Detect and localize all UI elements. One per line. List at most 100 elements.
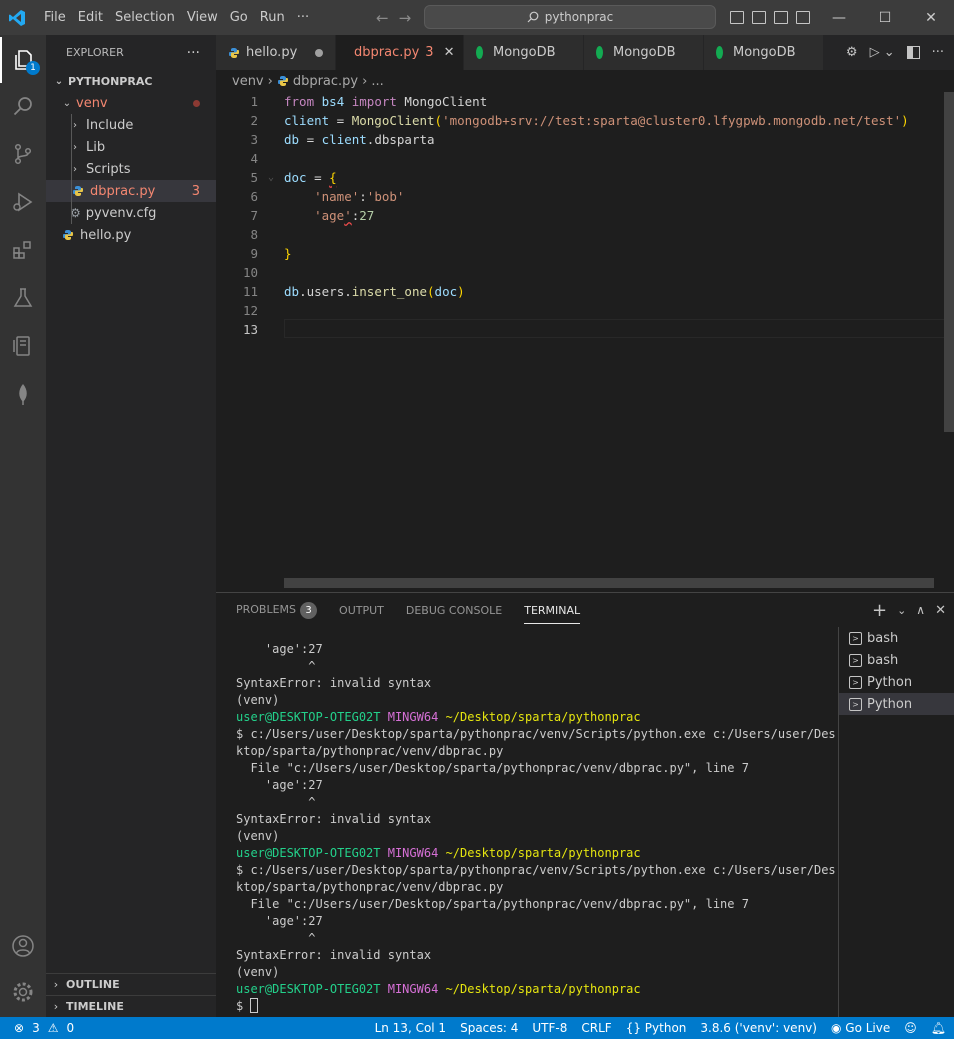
forward-arrow-icon[interactable]: →	[399, 9, 412, 27]
terminal-line: (venv)	[236, 829, 280, 843]
tree-item-lib[interactable]: › Lib	[46, 136, 216, 158]
terminal-output[interactable]: 'age':27 ^ SyntaxError: invalid syntax (…	[236, 641, 836, 1015]
vertical-scrollbar[interactable]	[944, 92, 954, 432]
run-debug-icon[interactable]	[0, 179, 46, 225]
mongodb-leaf-icon[interactable]	[0, 371, 46, 417]
code-line: db.users.insert_one(doc)	[284, 284, 465, 299]
outline-section[interactable]: › OUTLINE	[46, 973, 216, 995]
terminal-line: (venv)	[236, 693, 280, 707]
tree-item-dbprac[interactable]: dbprac.py 3	[46, 180, 216, 202]
problems-status[interactable]: ⊗ 3 ⚠ 0	[0, 1021, 74, 1035]
terminal-item-bash-2[interactable]: > bash	[839, 649, 954, 671]
account-icon[interactable]	[0, 923, 46, 969]
feedback-icon[interactable]: ☺	[904, 1021, 917, 1035]
fold-chevron-icon[interactable]: ⌄	[268, 172, 274, 183]
go-live-button[interactable]: ◉ Go Live	[831, 1021, 890, 1035]
tab-problems[interactable]: PROBLEMS 3	[236, 601, 318, 619]
close-tab-icon[interactable]: ✕	[444, 45, 455, 60]
back-arrow-icon[interactable]: ←	[376, 9, 389, 27]
menu-edit[interactable]: Edit	[72, 0, 109, 35]
tree-item-include[interactable]: › Include	[46, 114, 216, 136]
terminal-line: 'age':27	[236, 642, 323, 656]
split-editor-icon[interactable]	[906, 46, 920, 59]
line-number: 13	[242, 322, 258, 337]
extensions-icon[interactable]	[0, 227, 46, 273]
settings-gear-icon[interactable]	[0, 969, 46, 1015]
breadcrumb-folder[interactable]: venv	[232, 74, 264, 89]
command-center-search[interactable]: pythonprac	[424, 5, 716, 29]
breadcrumb: venv › dbprac.py › ...	[216, 70, 954, 92]
prompt-user: user@DESKTOP-OTEG02T	[236, 982, 381, 996]
close-panel-icon[interactable]: ✕	[935, 603, 946, 618]
menu-file[interactable]: File	[38, 0, 72, 35]
more-actions-icon[interactable]: ···	[932, 45, 944, 60]
workspace-root[interactable]: ⌄ PYTHONPRAC	[46, 70, 216, 92]
menu-view[interactable]: View	[181, 0, 224, 35]
terminal-line: (venv)	[236, 965, 280, 979]
tree-item-scripts[interactable]: › Scripts	[46, 158, 216, 180]
mongodb-leaf-icon	[716, 46, 723, 59]
minimize-icon[interactable]: —	[816, 0, 862, 35]
tab-dbprac-py[interactable]: dbprac.py 3 ✕	[336, 35, 464, 70]
tab-mongodb-2[interactable]: MongoDB	[584, 35, 704, 70]
encoding[interactable]: UTF-8	[532, 1021, 567, 1035]
maximize-panel-icon[interactable]: ∧	[916, 603, 925, 617]
explorer-icon[interactable]: 1	[0, 37, 46, 83]
breadcrumb-file[interactable]: dbprac.py	[293, 74, 358, 89]
chevron-down-icon[interactable]: ⌄	[897, 604, 906, 617]
tab-output[interactable]: OUTPUT	[339, 604, 384, 617]
menu-go[interactable]: Go	[224, 0, 254, 35]
tab-terminal[interactable]: TERMINAL	[524, 597, 581, 624]
tree-item-label: hello.py	[80, 227, 132, 243]
tab-debug-console[interactable]: DEBUG CONSOLE	[406, 604, 502, 617]
tree-item-pyvenv[interactable]: ⚙ pyvenv.cfg	[46, 202, 216, 224]
timeline-section[interactable]: › TIMELINE	[46, 995, 216, 1017]
menu-run[interactable]: Run	[254, 0, 291, 35]
explorer-more-icon[interactable]: ···	[187, 45, 200, 61]
tab-hello-py[interactable]: hello.py	[216, 35, 336, 70]
terminal-line: File "c:/Users/user/Desktop/sparta/pytho…	[236, 897, 749, 911]
menu-more[interactable]: ···	[291, 0, 315, 35]
tree-item-venv[interactable]: ⌄ venv	[46, 92, 216, 114]
menu-selection[interactable]: Selection	[109, 0, 181, 35]
source-control-icon[interactable]	[0, 131, 46, 177]
tab-mongodb-1[interactable]: MongoDB	[464, 35, 584, 70]
unsaved-dot-icon[interactable]	[315, 48, 323, 57]
gear-icon[interactable]: ⚙	[846, 45, 858, 60]
indentation[interactable]: Spaces: 4	[460, 1021, 518, 1035]
customize-layout-icon[interactable]	[796, 11, 810, 24]
language-mode[interactable]: {} Python	[626, 1021, 687, 1035]
prompt-host: MINGW64	[387, 982, 439, 996]
horizontal-scrollbar[interactable]	[284, 578, 934, 588]
prompt-path: ~/Desktop/sparta/pythonprac	[445, 846, 641, 860]
code-editor[interactable]: 1 from bs4 import MongoClient 2 client =…	[216, 92, 954, 592]
activity-bar: 1	[0, 35, 46, 1017]
cursor-position[interactable]: Ln 13, Col 1	[375, 1021, 447, 1035]
end-of-line[interactable]: CRLF	[581, 1021, 611, 1035]
prompt-host: MINGW64	[387, 710, 439, 724]
remote-explorer-icon[interactable]	[0, 323, 46, 369]
notifications-bell-icon[interactable]: 🔔︎	[931, 1021, 946, 1035]
terminal-line: ^	[236, 659, 316, 673]
menu-bar: File Edit Selection View Go Run ···	[38, 0, 315, 35]
terminal-item-python-1[interactable]: > Python	[839, 671, 954, 693]
new-terminal-icon[interactable]: +	[872, 600, 887, 621]
terminal-item-bash-1[interactable]: > bash	[839, 627, 954, 649]
maximize-icon[interactable]: ☐	[862, 0, 908, 35]
toggle-primary-sidebar-icon[interactable]	[730, 11, 744, 24]
toggle-panel-icon[interactable]	[752, 11, 766, 24]
outline-label: OUTLINE	[66, 978, 120, 991]
tree-item-hello[interactable]: hello.py	[46, 224, 216, 246]
breadcrumb-more[interactable]: ...	[371, 74, 383, 89]
vscode-logo-icon	[2, 0, 32, 35]
search-view-icon[interactable]	[0, 83, 46, 129]
chevron-right-icon: ›	[267, 73, 273, 89]
toggle-secondary-sidebar-icon[interactable]	[774, 11, 788, 24]
testing-flask-icon[interactable]	[0, 275, 46, 321]
close-window-icon[interactable]: ✕	[908, 0, 954, 35]
python-interpreter[interactable]: 3.8.6 ('venv': venv)	[700, 1021, 817, 1035]
run-python-icon[interactable]: ▷ ⌄	[870, 45, 895, 60]
terminal-item-python-2[interactable]: > Python	[839, 693, 954, 715]
tab-mongodb-3[interactable]: MongoDB	[704, 35, 824, 70]
braces-icon: {}	[625, 1021, 641, 1035]
